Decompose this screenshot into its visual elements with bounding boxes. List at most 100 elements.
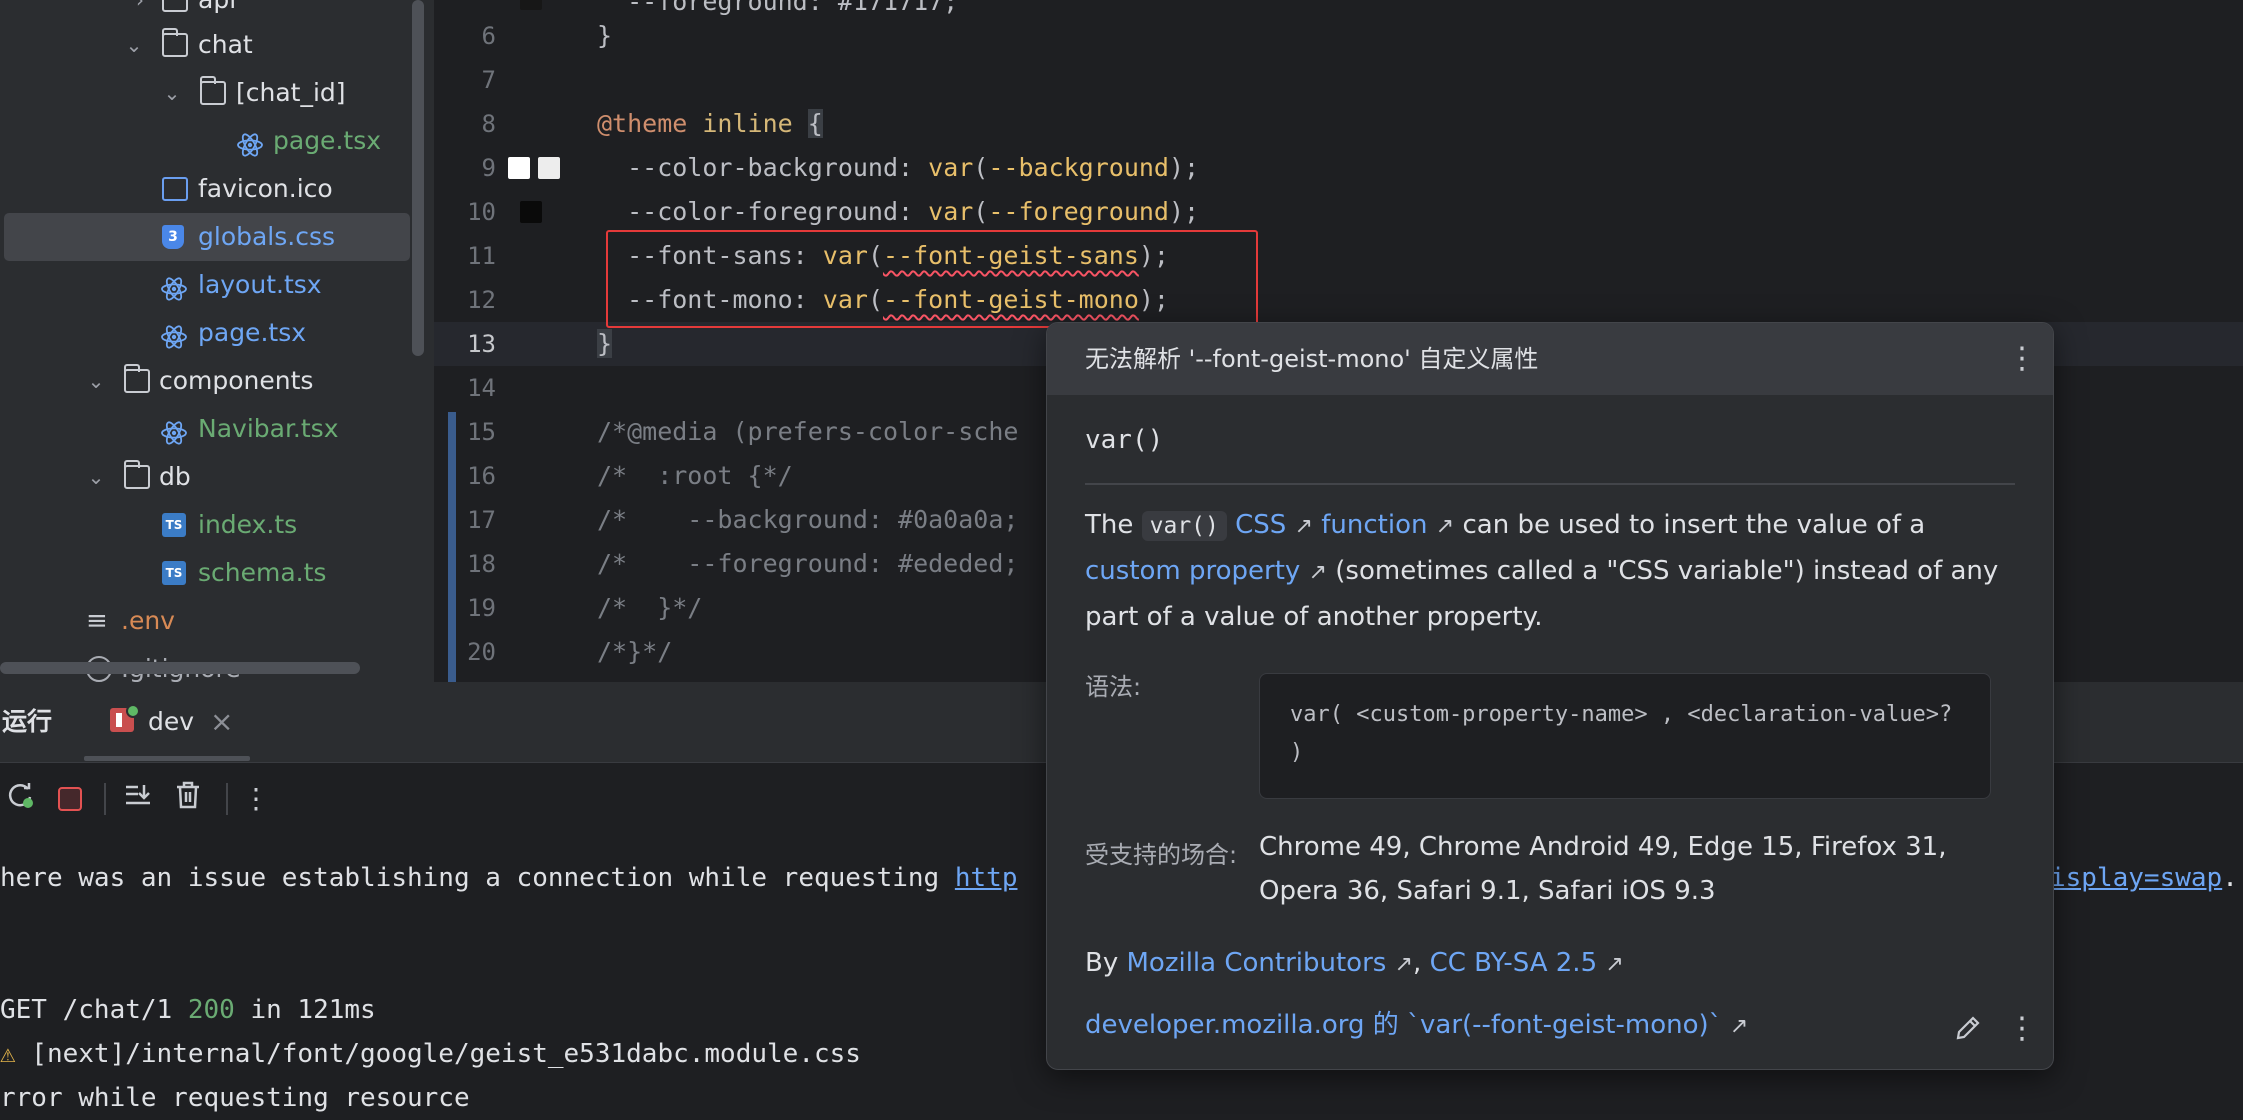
code-line-16: /* :root {*/ — [597, 461, 793, 490]
code-text: --foreground — [988, 197, 1169, 226]
tree-item-index-ts[interactable]: TS index.ts — [0, 501, 410, 549]
trash-icon[interactable] — [168, 779, 208, 819]
tree-horizontal-scrollbar[interactable] — [0, 662, 360, 674]
line-number: 6 — [481, 22, 496, 50]
code-line-15: /*@media (prefers-color-sche — [597, 417, 1019, 446]
code-text: ( — [973, 153, 989, 182]
console-link[interactable]: http — [955, 863, 1018, 893]
matching-brace: } — [597, 329, 613, 358]
status-code: 200 — [187, 995, 235, 1025]
doc-text: By — [1085, 948, 1127, 978]
custom-property-link[interactable]: custom property — [1085, 556, 1300, 586]
documentation-popup[interactable]: 无法解析 '--font-geist-mono' 自定义属性 ⋮ var() T… — [1046, 322, 2054, 1070]
tree-item-globals-css[interactable]: 3 globals.css — [4, 213, 410, 261]
console-line-2: GET /chat/1 200 in 121ms — [0, 988, 376, 1032]
chevron-down-icon[interactable]: ⌄ — [120, 21, 148, 69]
divider — [1085, 483, 2015, 485]
tree-item-env[interactable]: ≡ .env — [0, 597, 410, 645]
support-label: 受支持的场合: — [1085, 841, 1238, 869]
annotation-highlight-box — [606, 230, 1258, 328]
console-link[interactable]: isplay=swap — [2050, 863, 2222, 893]
line-number: 15 — [467, 418, 496, 446]
more-options-icon[interactable]: ⋮ — [2007, 339, 2037, 379]
tree-item-chat-id[interactable]: ⌄ [chat_id] — [0, 69, 410, 117]
line-number: 9 — [481, 154, 496, 182]
tree-item-label: components — [159, 366, 314, 395]
line-number: 20 — [467, 638, 496, 666]
run-title: 运行 — [2, 707, 53, 736]
tree-item-layout[interactable]: layout.tsx — [0, 261, 410, 309]
console-text: [next]/internal/font/google/geist_e531da… — [15, 1039, 861, 1069]
tree-item-chat[interactable]: ⌄ chat — [0, 21, 410, 69]
mdn-link-row: developer.mozilla.org 的 `var(--font-geis… — [1085, 1003, 1748, 1049]
color-swatch[interactable] — [520, 0, 542, 10]
code-line-5: --foreground: #171717; — [597, 0, 958, 24]
doc-signature: var() — [1085, 425, 1164, 455]
tree-item-label: page.tsx — [198, 318, 307, 347]
project-tree: › api ⌄ chat ⌄ [chat_id] page.tsx favico… — [0, 0, 434, 682]
tree-item-label: .env — [121, 606, 175, 635]
error-message: 无法解析 '--font-geist-mono' 自定义属性 — [1085, 345, 1539, 373]
toolbar-separator — [104, 783, 106, 815]
tree-item-favicon[interactable]: favicon.ico — [0, 165, 410, 213]
code-line-18: /* --foreground: #ededed; — [597, 549, 1019, 578]
chevron-down-icon[interactable]: ⌄ — [82, 453, 110, 501]
console-text: in 121ms — [234, 995, 376, 1025]
tree-item-schema-ts[interactable]: TS schema.ts — [0, 549, 410, 597]
mdn-link[interactable]: developer.mozilla.org 的 `var(--font-geis… — [1085, 1010, 1722, 1040]
react-icon — [160, 319, 187, 349]
chevron-down-icon[interactable]: ⌄ — [158, 69, 186, 117]
tree-item-label: favicon.ico — [198, 174, 333, 203]
console-line-4: rror while requesting resource — [0, 1083, 470, 1113]
scroll-to-end-icon[interactable] — [118, 779, 158, 819]
code-text: --color-background: — [597, 153, 929, 182]
external-link-icon: ↗ — [1308, 560, 1328, 585]
tree-item-page[interactable]: page.tsx — [0, 309, 410, 357]
run-tab-label: dev — [148, 707, 195, 736]
line-number-current: 13 — [467, 330, 496, 358]
console-text: . — [2222, 863, 2238, 893]
active-tab-indicator — [84, 756, 250, 761]
tree-item-components[interactable]: ⌄ components — [0, 357, 410, 405]
license-link[interactable]: CC BY-SA 2.5 — [1430, 948, 1598, 978]
console-line-3: ⚠ [next]/internal/font/google/geist_e531… — [0, 1032, 861, 1076]
tree-item-label: schema.ts — [198, 558, 327, 587]
more-options-icon[interactable]: ⋮ — [236, 779, 276, 819]
code-text: var — [928, 197, 974, 226]
folder-icon — [162, 0, 188, 12]
tree-item-chat-id-page[interactable]: page.tsx — [0, 117, 410, 165]
image-file-icon — [162, 177, 188, 201]
close-tab-icon[interactable]: × — [210, 682, 233, 762]
doc-attribution: By Mozilla Contributors ↗, CC BY-SA 2.5 … — [1085, 941, 1624, 987]
edit-icon[interactable] — [1953, 1013, 1983, 1043]
external-link-icon: ↗ — [1605, 952, 1624, 977]
tree-vertical-scrollbar[interactable] — [412, 0, 424, 356]
tree-item-db[interactable]: ⌄ db — [0, 453, 410, 501]
stop-icon[interactable] — [50, 779, 90, 819]
code-line-10: --color-foreground: var(--foreground); — [597, 190, 1199, 234]
color-swatch[interactable] — [538, 157, 560, 179]
mozilla-contributors-link[interactable]: Mozilla Contributors — [1127, 948, 1387, 978]
rerun-icon[interactable] — [0, 779, 40, 819]
code-text: --foreground: #171717; — [597, 0, 959, 16]
function-link[interactable]: function — [1321, 510, 1427, 540]
css-link[interactable]: CSS — [1235, 510, 1286, 540]
code-line-19: /* }*/ — [597, 593, 703, 622]
console-text: GET /chat/1 — [0, 995, 188, 1025]
code-line-13: } — [597, 322, 613, 366]
typescript-file-icon: TS — [162, 561, 186, 585]
more-options-icon[interactable]: ⋮ — [2007, 1009, 2037, 1049]
color-swatch[interactable] — [508, 157, 530, 179]
color-swatch[interactable] — [520, 201, 542, 223]
inline-code: var() — [1141, 511, 1227, 541]
matching-brace: { — [807, 109, 823, 138]
tree-item-navibar[interactable]: Navibar.tsx — [0, 405, 410, 453]
doc-text: The — [1085, 510, 1142, 540]
chevron-down-icon[interactable]: ⌄ — [82, 357, 110, 405]
line-number: 14 — [467, 374, 496, 402]
typescript-file-icon: TS — [162, 513, 186, 537]
external-link-icon: ↗ — [1294, 514, 1314, 539]
external-link-icon: ↗ — [1435, 514, 1455, 539]
line-number: 17 — [467, 506, 496, 534]
code-line-9: --color-background: var(--background); — [597, 146, 1199, 190]
